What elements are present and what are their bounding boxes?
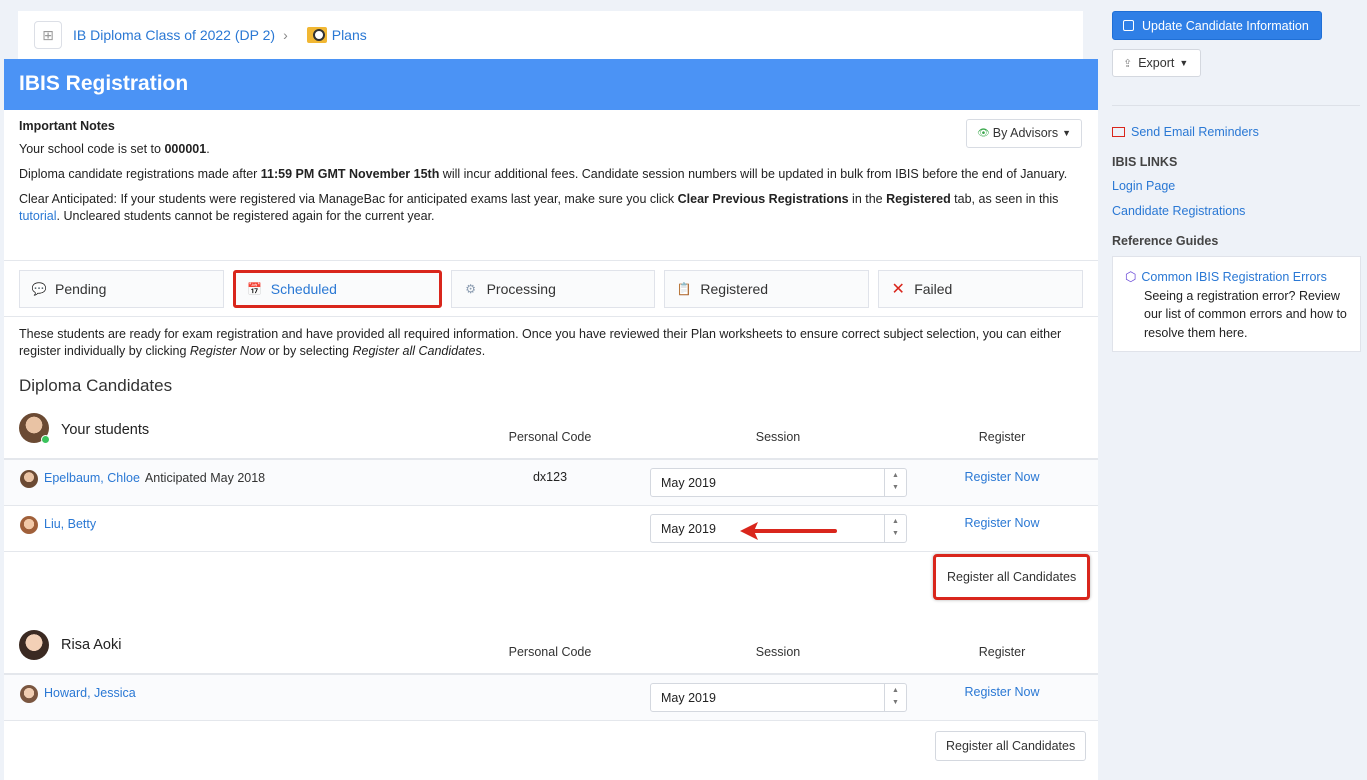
session-select[interactable]: May 2019 ▲ ▼: [650, 468, 907, 497]
caret-down-icon: ▼: [1179, 58, 1189, 68]
calendar-icon: 📅: [247, 282, 263, 296]
avatar: [20, 516, 38, 534]
gear-icon: ⚙: [465, 282, 476, 296]
advisor-group-header: Risa Aoki Personal Code Session Register: [4, 630, 1098, 675]
tab-pending[interactable]: 💬 Pending: [19, 270, 224, 308]
student-name-link[interactable]: Liu, Betty: [44, 517, 96, 531]
clear-note: Clear Anticipated: If your students were…: [19, 192, 1059, 223]
notes-title: Important Notes: [19, 119, 115, 133]
student-name-link[interactable]: Howard, Jessica: [44, 686, 136, 700]
group-footer: Register all Candidates: [4, 552, 1098, 634]
page-title: IBIS Registration: [4, 59, 1098, 110]
candidate-registrations-link[interactable]: Candidate Registrations: [1112, 204, 1245, 218]
table-row: Liu, Betty May 2019 ▲ ▼ Register Now: [4, 506, 1098, 552]
register-now-link[interactable]: Register Now: [944, 685, 1060, 699]
reference-guides-heading: Reference Guides: [1112, 234, 1219, 248]
by-advisors-dropdown[interactable]: 👁 By Advisors ▼: [966, 119, 1082, 148]
advisor-group-header: Your students Personal Code Session Regi…: [4, 410, 1098, 460]
col-session: Session: [755, 430, 801, 444]
apps-grid-icon[interactable]: ⊞: [34, 21, 62, 49]
breadcrumb-class[interactable]: IB Diploma Class of 2022 (DP 2): [73, 27, 275, 43]
avatar: [20, 685, 38, 703]
tab-registered[interactable]: 📋 Registered: [664, 270, 870, 308]
chevron-right-icon: ›: [283, 27, 288, 43]
advisor-name: Your students: [61, 422, 150, 438]
session-select[interactable]: May 2019 ▲ ▼: [650, 683, 907, 712]
share-icon: ⇪: [1123, 57, 1133, 70]
spinner-icon: ▲ ▼: [884, 469, 906, 496]
x-icon: ✕: [891, 281, 905, 298]
personal-code: dx123: [532, 470, 568, 484]
eye-icon: 👁: [977, 128, 990, 139]
status-tabs: 💬 Pending 📅 Scheduled ⚙ Processing 📋 Reg…: [4, 261, 1098, 317]
avatar: [19, 413, 50, 444]
col-register: Register: [978, 645, 1026, 659]
main-panel: IBIS Registration Important Notes Your s…: [4, 59, 1098, 780]
table-row: Howard, Jessica May 2019 ▲ ▼ Register Now: [4, 675, 1098, 721]
chat-bubble-icon: 💬: [31, 282, 47, 296]
reference-guide-card: ⬡ Common IBIS Registration Errors Seeing …: [1112, 256, 1361, 352]
spinner-icon: ▲ ▼: [884, 515, 906, 542]
divider: [1112, 105, 1360, 106]
tab-scheduled[interactable]: 📅 Scheduled: [232, 270, 442, 308]
anticipated-note: Anticipated May 2018: [144, 471, 266, 485]
cube-icon: ⬡: [1125, 269, 1137, 284]
send-email-reminders-link[interactable]: Send Email Reminders: [1112, 125, 1259, 139]
avatar: [20, 470, 38, 488]
advisor-name: Risa Aoki: [61, 637, 122, 653]
clipboard-check-icon: 📋: [676, 282, 692, 296]
avatar: [19, 630, 49, 660]
annotation-arrow-icon: [740, 522, 837, 540]
deadline-note: Diploma candidate registrations made aft…: [19, 167, 1068, 181]
intro-text: These students are ready for exam regist…: [19, 327, 1062, 358]
table-row: Epelbaum, Chloe Anticipated May 2018 dx12…: [4, 460, 1098, 506]
register-now-link[interactable]: Register Now: [944, 470, 1060, 484]
mail-icon: [1112, 127, 1125, 137]
col-personal-code: Personal Code: [508, 645, 592, 659]
guide-description: Seeing a registration error? Review our …: [1144, 288, 1347, 340]
school-code-note: Your school code is set to 000001.: [19, 142, 210, 156]
ibis-links-heading: IBIS LINKS: [1112, 155, 1178, 169]
register-now-link[interactable]: Register Now: [944, 516, 1060, 530]
breadcrumb: ⊞ IB Diploma Class of 2022 (DP 2) › Plan…: [18, 11, 1083, 59]
export-button[interactable]: ⇪ Export ▼: [1112, 49, 1201, 77]
tab-failed[interactable]: ✕ Failed: [878, 270, 1083, 308]
col-session: Session: [755, 645, 801, 659]
register-all-candidates-button[interactable]: Register all Candidates: [933, 554, 1091, 600]
important-notes: Important Notes Your school code is set …: [4, 110, 1098, 261]
guide-title-link[interactable]: ⬡ Common IBIS Registration Errors: [1125, 268, 1350, 287]
square-icon: [1123, 20, 1134, 31]
online-status-icon: [41, 435, 50, 444]
folder-icon: [306, 27, 327, 43]
tutorial-link[interactable]: tutorial: [19, 209, 57, 223]
caret-down-icon: ▼: [1062, 128, 1071, 138]
breadcrumb-plans[interactable]: Plans: [306, 27, 367, 43]
register-all-candidates-button[interactable]: Register all Candidates: [935, 731, 1087, 761]
col-personal-code: Personal Code: [508, 430, 592, 444]
student-name-link[interactable]: Epelbaum, Chloe: [44, 471, 140, 485]
login-page-link[interactable]: Login Page: [1112, 179, 1175, 193]
group-footer: Register all Candidates: [4, 721, 1098, 771]
update-candidate-information-button[interactable]: Update Candidate Information: [1112, 11, 1322, 40]
section-title: Diploma Candidates: [19, 376, 173, 395]
spinner-icon: ▲ ▼: [884, 684, 906, 711]
col-register: Register: [978, 430, 1026, 444]
tab-processing[interactable]: ⚙ Processing: [450, 270, 656, 308]
